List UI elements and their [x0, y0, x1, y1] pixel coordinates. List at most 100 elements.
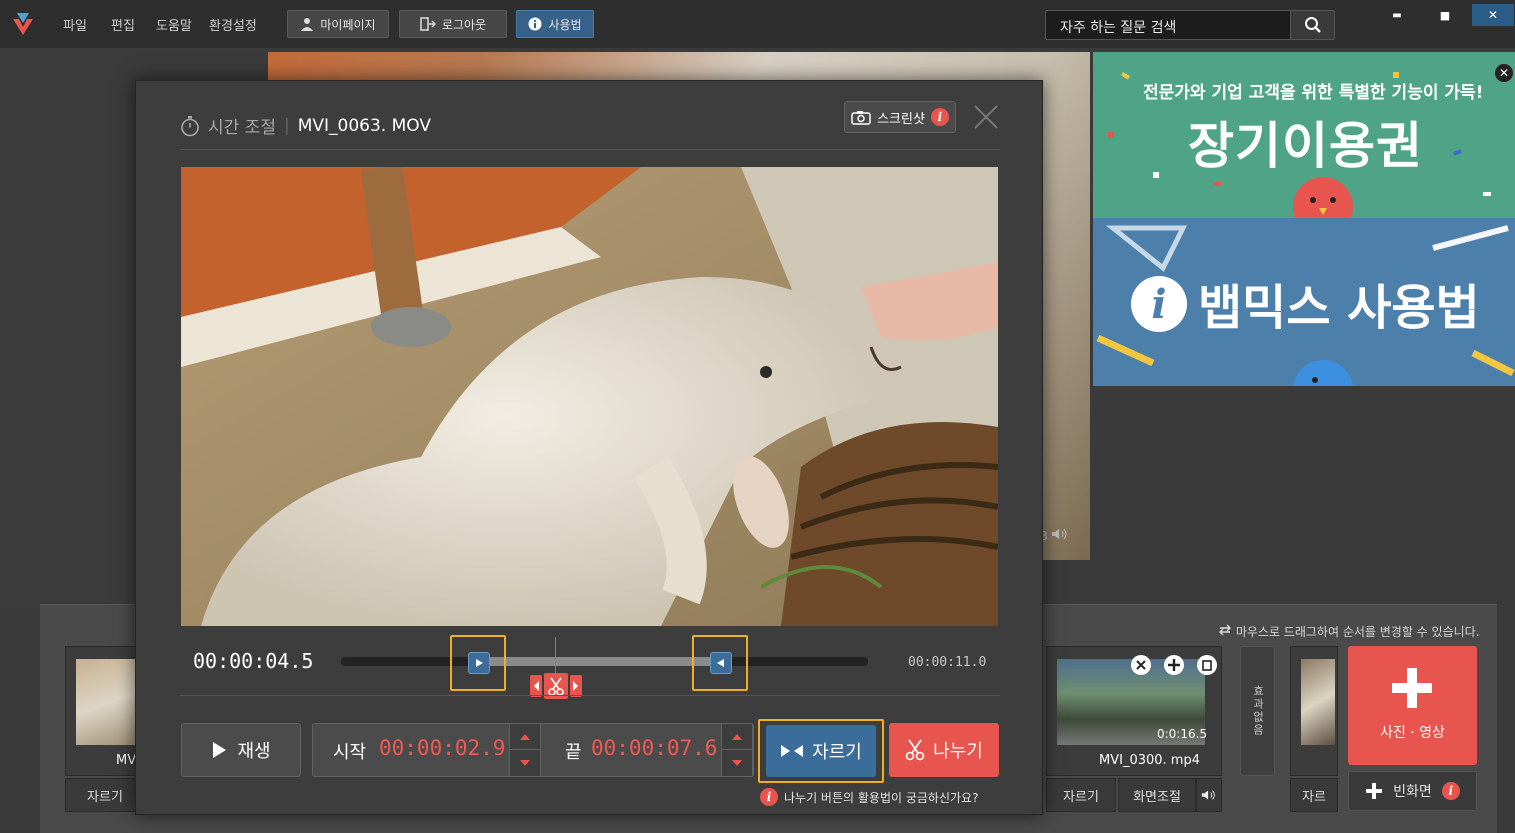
total-time: 00:00:11.0 [908, 655, 987, 670]
clip-screen-adjust-button[interactable]: 화면조절 [1118, 778, 1196, 812]
clip-card[interactable]: 0:0:16.5 MVI_0300. mp4 [1046, 646, 1222, 776]
ad-info-icon: i [1131, 276, 1187, 332]
search-button[interactable] [1290, 11, 1334, 39]
camera-icon [851, 110, 871, 125]
clip-actions[interactable] [1129, 653, 1219, 677]
faq-search[interactable]: 자주 하는 질문 검색 [1045, 10, 1335, 40]
stopwatch-icon [181, 115, 199, 136]
timeline-hint-text: 마우스로 드래그하여 순서를 변경할 수 있습니다. [1235, 625, 1480, 639]
timeline-hint: 마우스로 드래그하여 순서를 변경할 수 있습니다. [1218, 623, 1480, 640]
add-blank-label: 빈화면 [1393, 784, 1432, 800]
cut-button[interactable]: 자르기 [766, 725, 876, 777]
logout-label: 로그아웃 [441, 17, 487, 32]
info-icon[interactable]: i [930, 108, 949, 126]
play-button[interactable]: 재생 [181, 723, 301, 777]
close-window-button[interactable]: ✕ [1472, 4, 1514, 26]
caret-down-icon [732, 760, 742, 766]
split-button[interactable]: 나누기 [889, 723, 999, 777]
speaker-icon [1201, 790, 1215, 800]
top-bar: 파일 편집 도움말 환경설정 마이페이지 로그아웃 사용법 자주 하는 질문 검… [0, 0, 1515, 48]
end-label: 끝 [565, 742, 582, 763]
trim-track[interactable] [341, 657, 868, 666]
dialog-title-label: 시간 조절 [208, 118, 276, 138]
end-time-stepper[interactable] [721, 724, 753, 776]
maximize-button[interactable]: ■ [1424, 4, 1466, 26]
start-time-field[interactable]: 00:00:02.9 [379, 736, 505, 760]
menu-file[interactable]: 파일 [63, 15, 87, 34]
swap-icon [1219, 624, 1231, 636]
screenshot-label: 스크린샷 [877, 111, 925, 127]
add-blank-button[interactable]: 빈화면 i [1348, 771, 1477, 811]
cut-button-highlight: 자르기 [758, 719, 884, 783]
ad-title: 장기이용권 [1188, 117, 1423, 175]
start-increment-button[interactable] [510, 724, 540, 750]
current-time: 00:00:04.5 [193, 649, 314, 673]
info-icon[interactable]: i [1441, 782, 1460, 800]
divider [180, 695, 1000, 696]
screenshot-button[interactable]: 스크린샷 i [844, 101, 956, 133]
video-preview [181, 167, 998, 626]
search-icon [1304, 17, 1321, 33]
dialog-close-icon[interactable] [972, 103, 1000, 131]
trim-end-handle-highlight [692, 635, 749, 691]
trim-start-handle[interactable] [468, 652, 491, 674]
trim-icon [781, 745, 804, 757]
start-time-stepper[interactable] [509, 724, 541, 776]
ad-panel[interactable]: 전문가와 기업 고객을 위한 특별한 기능이 가득! 장기이용권 i 뱁믹스 사… [1093, 52, 1515, 386]
clip-cut-button[interactable]: 자르기 [65, 778, 145, 812]
menu-edit[interactable]: 편집 [111, 15, 135, 34]
trim-range-inputs: 시작 00:00:02.9 끝 00:00:07.6 [312, 723, 754, 777]
start-decrement-button[interactable] [510, 750, 540, 776]
clip-cut-button[interactable]: 자르 [1290, 778, 1338, 812]
menu-settings[interactable]: 환경설정 [209, 15, 257, 34]
info-icon [528, 17, 542, 31]
app-logo-icon [13, 13, 33, 35]
clip-name: MVI_0300. mp4 [1099, 753, 1200, 768]
trim-end-handle[interactable] [710, 652, 733, 674]
ad-banner-pass[interactable]: 전문가와 기업 고객을 위한 특별한 기능이 가득! 장기이용권 [1093, 52, 1515, 218]
logout-button[interactable]: 로그아웃 [399, 10, 507, 38]
split-help-link[interactable]: i 나누기 버튼의 활용법이 궁금하신가요? [760, 788, 978, 806]
end-time-field[interactable]: 00:00:07.6 [591, 736, 717, 760]
video-frame-image [181, 167, 998, 626]
trim-start-handle-highlight [450, 635, 507, 691]
clip-card[interactable]: MV [65, 646, 146, 776]
minimize-icon: ▬ [1392, 9, 1402, 21]
menu-help[interactable]: 도움말 [156, 15, 192, 34]
playhead-line [555, 637, 556, 677]
close-icon: ✕ [1487, 8, 1499, 22]
info-icon: i [760, 788, 778, 806]
minimize-button[interactable]: ▬ [1376, 4, 1418, 26]
howto-button[interactable]: 사용법 [516, 10, 594, 38]
preview-volume[interactable]: 8 [1040, 528, 1069, 543]
add-media-button[interactable]: 사진 · 영상 [1348, 646, 1477, 765]
ad-subtitle: 전문가와 기업 고객을 위한 특별한 기능이 가득! [1143, 83, 1484, 103]
split-label: 나누기 [933, 741, 983, 762]
plus-icon [1392, 668, 1432, 708]
dialog-title: 시간 조절 | MVI_0063. MOV [180, 113, 431, 138]
ad-close-button[interactable]: ✕ [1495, 64, 1513, 82]
logout-icon [420, 17, 436, 31]
search-input[interactable]: 자주 하는 질문 검색 [1060, 17, 1176, 37]
clip-volume-button[interactable] [1196, 778, 1222, 812]
transition-effect-button[interactable]: 효과없음 [1240, 646, 1275, 776]
user-icon [301, 18, 314, 31]
dialog-filename: MVI_0063. MOV [297, 115, 431, 136]
cut-label: 자르기 [812, 742, 862, 763]
mypage-label: 마이페이지 [320, 17, 376, 32]
ad-banner-howto[interactable]: i 뱁믹스 사용법 [1093, 218, 1515, 386]
clip-cut-button[interactable]: 자르기 [1046, 778, 1116, 812]
clip-card[interactable] [1290, 646, 1338, 776]
play-label: 재생 [237, 741, 271, 762]
plus-icon [1366, 783, 1383, 799]
end-increment-button[interactable] [722, 724, 752, 750]
end-decrement-button[interactable] [722, 750, 752, 776]
caret-up-icon [732, 733, 742, 740]
clip-duration: 0:0:16.5 [1157, 727, 1208, 741]
trim-dialog: 시간 조절 | MVI_0063. MOV 스크린샷 i 00:00:04.5 … [135, 80, 1043, 815]
ad-howto-title: 뱁믹스 사용법 [1198, 280, 1480, 336]
split-help-text: 나누기 버튼의 활용법이 궁금하신가요? [784, 790, 979, 805]
caret-left-icon [717, 659, 725, 667]
mypage-button[interactable]: 마이페이지 [287, 10, 389, 38]
add-media-label: 사진 · 영상 [1380, 725, 1445, 741]
